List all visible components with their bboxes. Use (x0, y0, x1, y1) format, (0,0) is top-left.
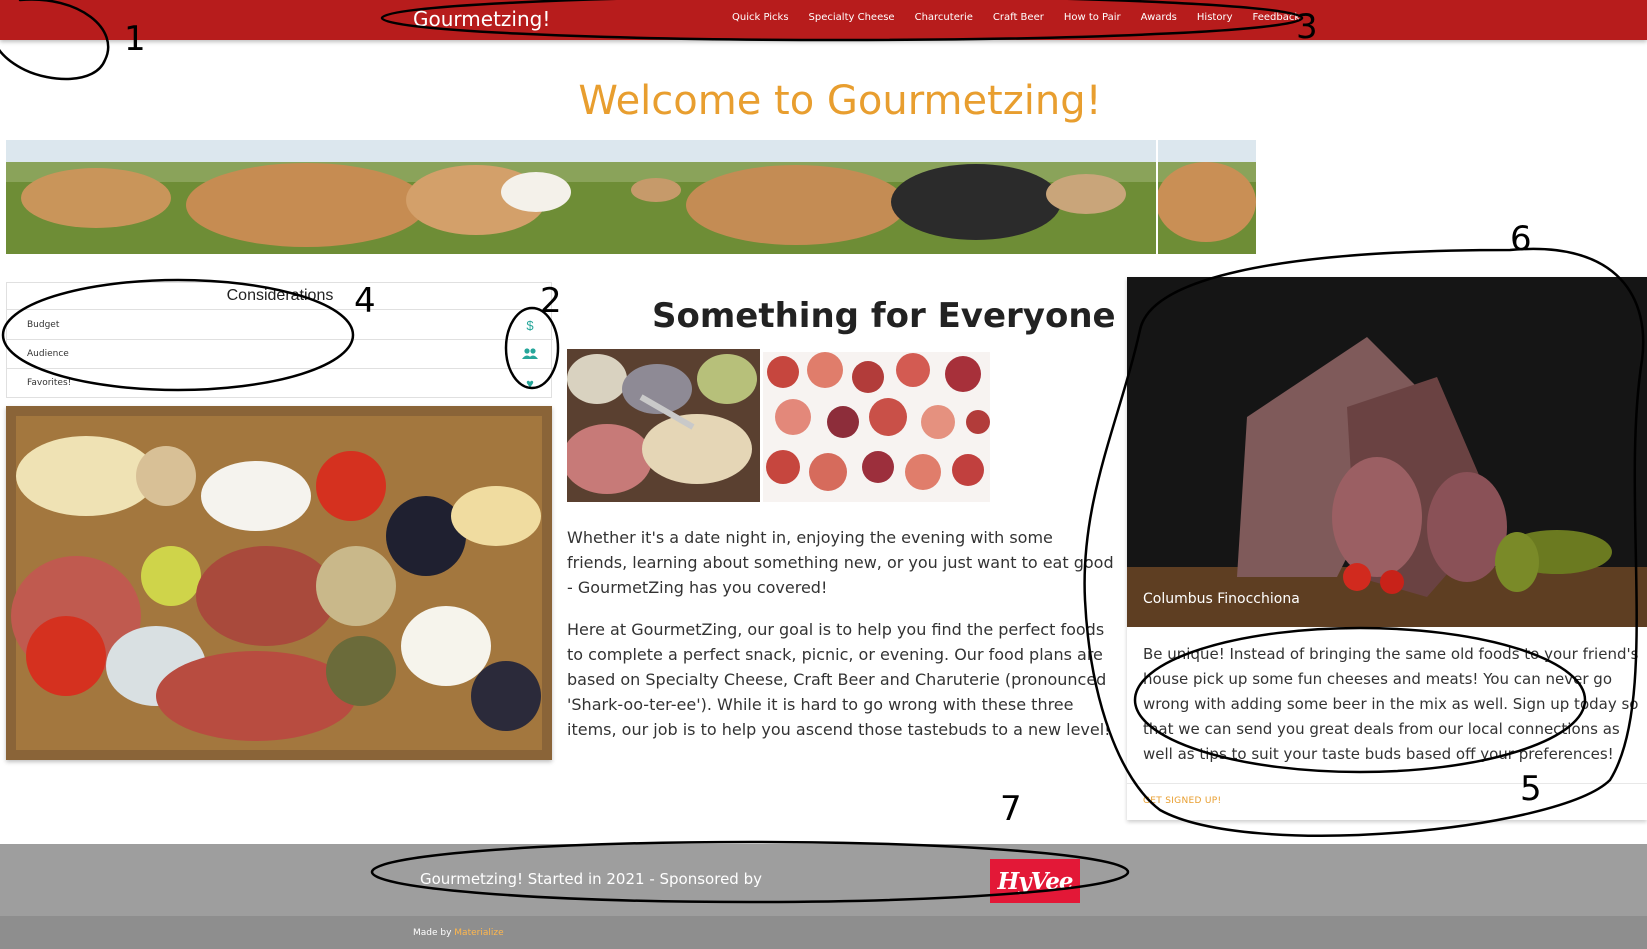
salami-slices-thumbnail-image (763, 352, 990, 502)
considerations-header: Considerations (7, 283, 553, 310)
nav-link-history[interactable]: History (1197, 12, 1233, 23)
made-by-text: Made by Materialize (413, 928, 504, 938)
materialize-link[interactable]: Materialize (454, 928, 503, 938)
list-item-label: Budget (27, 320, 60, 330)
hyvee-logo-text: HyVee (997, 867, 1073, 895)
navbar: Gourmetzing! Quick Picks Specialty Chees… (0, 0, 1647, 40)
section-title: Something for Everyone (652, 296, 1116, 336)
card-content: Be unique! Instead of bringing the same … (1143, 645, 1639, 763)
banner-divider (1156, 140, 1158, 254)
nav-links: Quick Picks Specialty Cheese Charcuterie… (732, 12, 1320, 23)
nav-link-specialty-cheese[interactable]: Specialty Cheese (809, 12, 895, 23)
made-by-label: Made by (413, 928, 455, 938)
salami-card-image: Columbus Finocchiona (1127, 277, 1647, 627)
page: Gourmetzing! Quick Picks Specialty Chees… (0, 0, 1647, 949)
charcuterie-board-image (6, 406, 552, 760)
footer-text: Gourmetzing! Started in 2021 - Sponsored… (420, 870, 762, 888)
annotation-number-7: 7 (1000, 789, 1022, 829)
hyvee-logo: HyVee (990, 859, 1080, 903)
card-action: GET SIGNED UP! (1127, 783, 1647, 820)
nav-link-how-to-pair[interactable]: How to Pair (1064, 12, 1121, 23)
nav-link-craft-beer[interactable]: Craft Beer (993, 12, 1044, 23)
nav-link-feedback[interactable]: Feedback (1252, 12, 1300, 23)
intro-paragraph: Whether it's a date night in, enjoying t… (567, 528, 1114, 597)
dollar-icon[interactable]: $ (521, 316, 539, 334)
get-signed-up-link[interactable]: GET SIGNED UP! (1143, 796, 1221, 806)
nav-link-awards[interactable]: Awards (1141, 12, 1177, 23)
nav-link-charcuterie[interactable]: Charcuterie (915, 12, 973, 23)
list-item-label: Audience (27, 349, 69, 359)
footer-copyright: Made by Materialize (0, 916, 1647, 949)
list-item-favorites[interactable]: Favorites! ♥ (7, 369, 553, 398)
people-icon[interactable] (521, 345, 539, 363)
goal-paragraph: Here at GourmetZing, our goal is to help… (567, 620, 1111, 739)
heart-icon[interactable]: ♥ (521, 374, 539, 392)
list-item-label: Favorites! (27, 378, 72, 388)
considerations-list: Considerations Budget $ Audience Favorit… (6, 282, 553, 398)
card-title: Columbus Finocchiona (1143, 591, 1300, 607)
nav-link-quick-picks[interactable]: Quick Picks (732, 12, 789, 23)
charcuterie-thumbnail-image (567, 349, 760, 502)
list-item-budget[interactable]: Budget $ (7, 311, 553, 340)
list-item-audience[interactable]: Audience (7, 340, 553, 369)
footer: Gourmetzing! Started in 2021 - Sponsored… (0, 844, 1647, 916)
signup-card: Columbus Finocchiona Be unique! Instead … (1127, 277, 1647, 820)
brand-logo[interactable]: Gourmetzing! (413, 7, 550, 31)
cows-banner-image (6, 140, 1256, 254)
annotation-number-6: 6 (1510, 219, 1532, 259)
page-title: Welcome to Gourmetzing! (578, 78, 1102, 124)
